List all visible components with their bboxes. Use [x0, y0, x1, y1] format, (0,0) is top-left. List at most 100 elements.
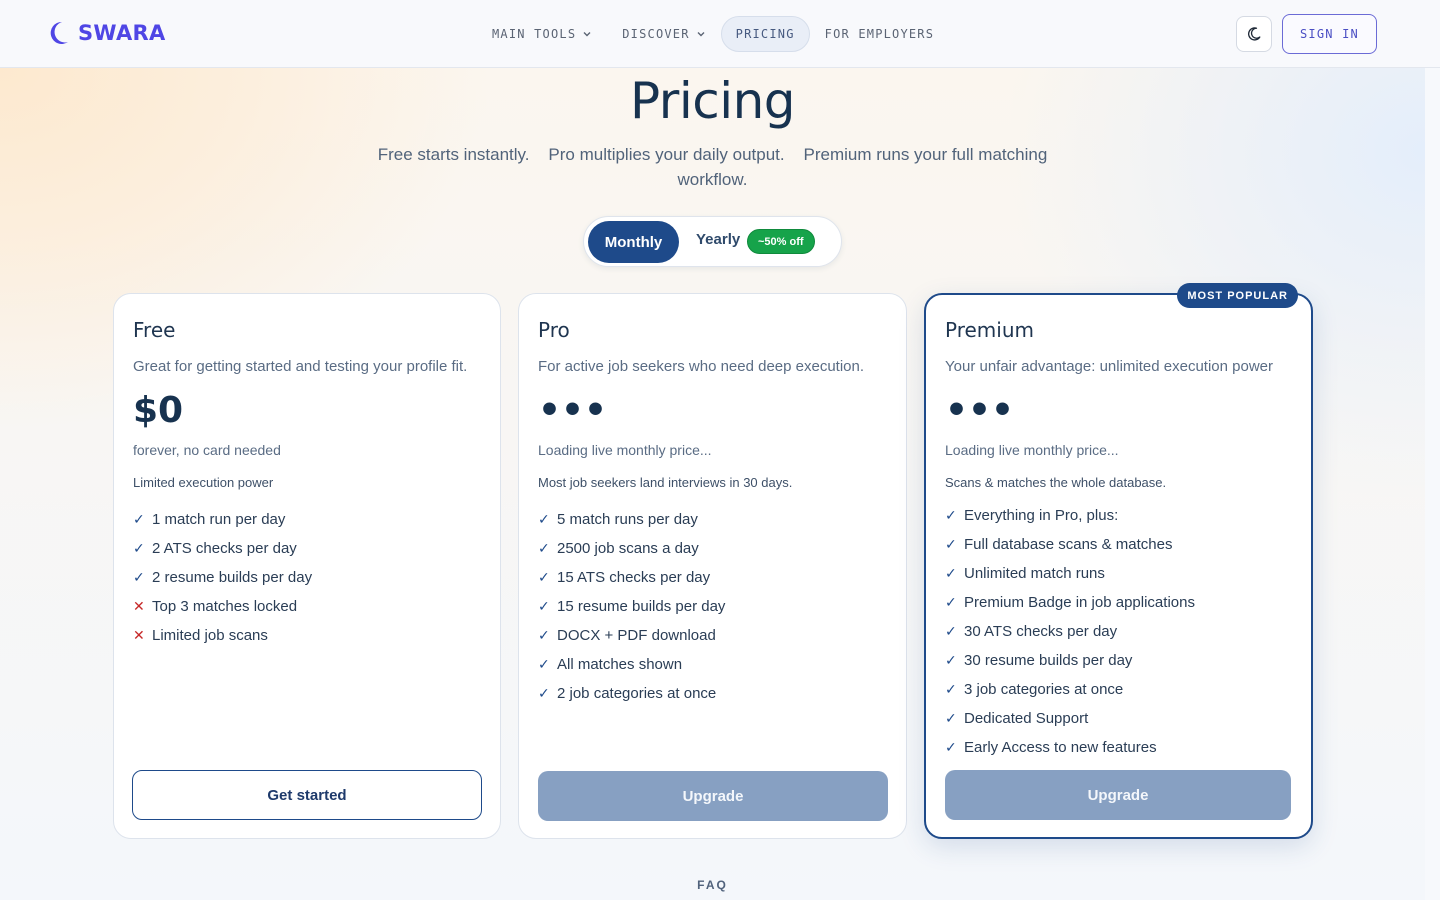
nav-main-tools-label: MAIN TOOLS — [492, 27, 577, 41]
plan-card-premium: MOST POPULAR Premium Your unfair advanta… — [924, 283, 1313, 839]
plan-period: Loading live monthly price... — [538, 442, 712, 458]
feature-item: ✓ 15 ATS checks per day — [538, 563, 725, 592]
most-popular-badge: MOST POPULAR — [1177, 283, 1298, 308]
plan-name: Premium — [945, 318, 1034, 342]
feature-text: All matches shown — [557, 656, 683, 673]
moon-logo-icon — [50, 21, 68, 44]
plan-price: $0 — [133, 390, 184, 431]
feature-item: ✓ 3 job categories at once — [945, 675, 1195, 704]
check-icon: ✓ — [945, 565, 957, 581]
feature-text: 15 resume builds per day — [557, 598, 726, 615]
feature-item: ✓ Dedicated Support — [945, 704, 1195, 733]
feature-item: ✓ Everything in Pro, plus: — [945, 501, 1195, 530]
plan-note: Most job seekers land interviews in 30 d… — [538, 475, 793, 490]
plan-note: Limited execution power — [133, 475, 274, 490]
feature-item: ✓ 15 resume builds per day — [538, 592, 725, 621]
check-icon: ✓ — [538, 685, 550, 701]
feature-item: ✓ All matches shown — [538, 650, 725, 679]
nav-for-employers[interactable]: FOR EMPLOYERS — [810, 16, 950, 52]
check-icon: ✓ — [538, 627, 550, 643]
logo[interactable]: SWARA — [46, 20, 166, 46]
main-nav: MAIN TOOLS DISCOVER PRICING FOR EMPLOYER… — [477, 16, 949, 52]
plan-name: Pro — [538, 318, 570, 342]
check-icon: ✓ — [945, 710, 957, 726]
check-icon: ✓ — [133, 569, 145, 585]
feature-text: Early Access to new features — [964, 739, 1157, 756]
feature-item: ✓ Early Access to new features — [945, 733, 1195, 762]
billing-monthly-option[interactable]: Monthly — [588, 221, 679, 263]
feature-item: ✓ 2 ATS checks per day — [133, 534, 312, 563]
feature-item: ✓ 2 job categories at once — [538, 679, 725, 708]
plan-note: Scans & matches the whole database. — [945, 475, 1167, 490]
plan-feature-list: ✓ Everything in Pro, plus: ✓ Full database … — [945, 501, 1195, 762]
upgrade-premium-button[interactable]: Upgrade — [945, 770, 1291, 820]
feature-text: 2 ATS checks per day — [152, 540, 297, 557]
feature-text: Unlimited match runs — [964, 565, 1105, 582]
yearly-discount-badge: ~50% off — [747, 229, 815, 254]
theme-toggle-button[interactable] — [1236, 16, 1272, 52]
feature-item: ✓ 5 match runs per day — [538, 505, 725, 534]
moon-icon — [1248, 27, 1261, 41]
plan-card-free: Free Great for getting started and testi… — [113, 293, 501, 839]
plan-description: Great for getting started and testing yo… — [133, 358, 468, 375]
feature-text: Top 3 matches locked — [152, 598, 298, 615]
feature-item: ✓ Premium Badge in job applications — [945, 588, 1195, 617]
feature-text: Everything in Pro, plus: — [964, 507, 1119, 524]
feature-item: ✓ DOCX + PDF download — [538, 621, 725, 650]
nav-main-tools[interactable]: MAIN TOOLS — [477, 16, 607, 52]
plan-feature-list: ✓ 1 match run per day ✓ 2 ATS checks per da… — [133, 505, 312, 650]
feature-text: 30 resume builds per day — [964, 652, 1133, 669]
nav-pricing[interactable]: PRICING — [720, 16, 810, 52]
feature-text: 5 match runs per day — [557, 511, 698, 528]
page-title: Pricing — [629, 72, 796, 130]
check-icon: ✓ — [538, 540, 550, 556]
feature-text: Premium Badge in job applications — [964, 594, 1195, 611]
chevron-down-icon — [697, 32, 705, 37]
plan-price-loading: ••• — [538, 390, 608, 431]
cross-icon: ✕ — [133, 598, 145, 614]
check-icon: ✓ — [133, 511, 145, 527]
plan-name: Free — [133, 318, 176, 342]
feature-text: 2500 job scans a day — [557, 540, 699, 557]
check-icon: ✓ — [945, 623, 957, 639]
nav-pricing-label: PRICING — [735, 27, 795, 41]
feature-text: Limited job scans — [152, 627, 268, 644]
upgrade-pro-button[interactable]: Upgrade — [538, 771, 888, 821]
feature-text: 1 match run per day — [152, 511, 286, 528]
faq-heading: FAQ — [697, 878, 728, 892]
sign-in-button[interactable]: SIGN IN — [1282, 14, 1377, 54]
feature-item: ✓ 2 resume builds per day — [133, 563, 312, 592]
check-icon: ✓ — [133, 540, 145, 556]
get-started-button[interactable]: Get started — [132, 770, 482, 820]
top-navbar: SWARA MAIN TOOLS DISCOVER PRICING FOR EM… — [0, 0, 1440, 68]
check-icon: ✓ — [538, 656, 550, 672]
feature-item: ✓ 2500 job scans a day — [538, 534, 725, 563]
feature-item: ✓ 30 resume builds per day — [945, 646, 1195, 675]
nav-discover-label: DISCOVER — [622, 27, 690, 41]
plan-description: For active job seekers who need deep exe… — [538, 358, 865, 375]
feature-text: Dedicated Support — [964, 710, 1089, 727]
logo-text: SWARA — [78, 21, 166, 45]
check-icon: ✓ — [945, 681, 957, 697]
billing-yearly-option[interactable]: Yearly — [696, 231, 740, 248]
check-icon: ✓ — [538, 598, 550, 614]
plan-price-loading: ••• — [945, 390, 1015, 431]
check-icon: ✓ — [538, 569, 550, 585]
check-icon: ✓ — [945, 536, 957, 552]
feature-text: 30 ATS checks per day — [964, 623, 1118, 640]
check-icon: ✓ — [945, 652, 957, 668]
check-icon: ✓ — [945, 594, 957, 610]
feature-text: Full database scans & matches — [964, 536, 1173, 553]
nav-discover[interactable]: DISCOVER — [607, 16, 720, 52]
feature-item: ✕ Top 3 matches locked — [133, 592, 312, 621]
billing-toggle: Monthly Yearly ~50% off — [583, 216, 842, 267]
plan-period: Loading live monthly price... — [945, 442, 1119, 458]
feature-text: 15 ATS checks per day — [557, 569, 711, 586]
check-icon: ✓ — [945, 507, 957, 523]
feature-text: 2 job categories at once — [557, 685, 717, 702]
feature-text: DOCX + PDF download — [557, 627, 716, 644]
nav-for-employers-label: FOR EMPLOYERS — [824, 27, 935, 41]
feature-text: 2 resume builds per day — [152, 569, 313, 586]
scrollbar-track[interactable] — [1425, 68, 1440, 900]
plan-card-pro: Pro For active job seekers who need deep… — [518, 293, 907, 839]
